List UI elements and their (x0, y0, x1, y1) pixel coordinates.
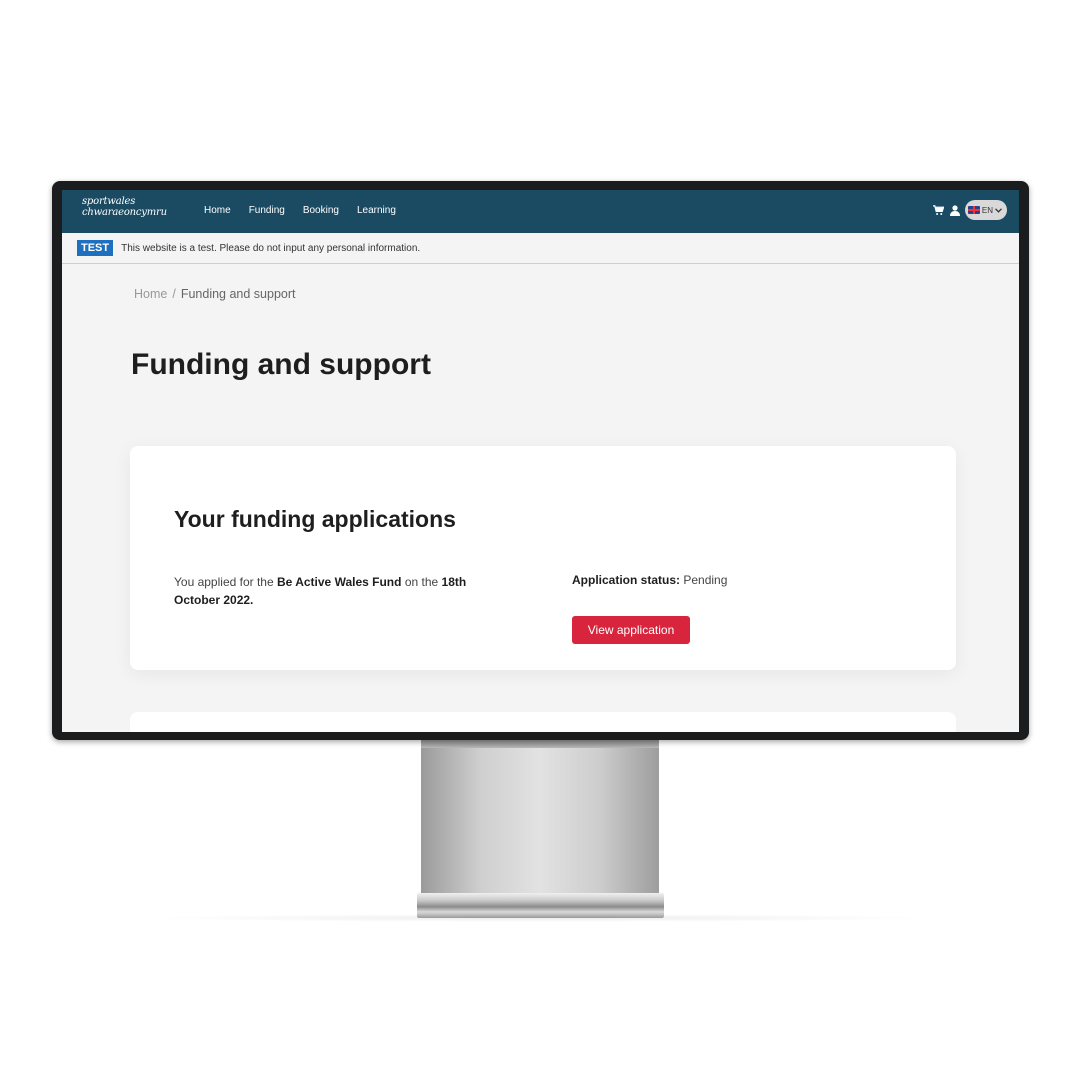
chevron-down-icon (995, 207, 1002, 213)
nav-booking[interactable]: Booking (303, 205, 339, 216)
browser-screen: sportwales chwaraeoncymru Home Funding B… (62, 190, 1019, 732)
monitor-stand (421, 740, 659, 895)
fund-name: Be Active Wales Fund (276, 575, 402, 589)
next-card (130, 712, 956, 732)
breadcrumb-current: Funding and support (180, 287, 296, 301)
summary-on-the: on the (404, 575, 439, 589)
view-application-button[interactable]: View application (572, 616, 690, 644)
header-actions: EN (933, 200, 1007, 220)
funding-applications-card: Your funding applications You applied fo… (130, 446, 956, 670)
nav-funding[interactable]: Funding (249, 205, 285, 216)
nav-learning[interactable]: Learning (357, 205, 396, 216)
main-nav: Home Funding Booking Learning (204, 205, 396, 216)
summary-intro: You applied for the (174, 575, 274, 589)
sport-wales-logo[interactable]: sportwales chwaraeoncymru (82, 196, 172, 228)
breadcrumb-home[interactable]: Home (134, 287, 167, 301)
user-icon[interactable] (949, 204, 961, 216)
test-badge: TEST (77, 240, 114, 256)
floor-shadow (140, 914, 940, 922)
status-value: Pending (683, 573, 728, 587)
uk-flag-icon (967, 206, 980, 214)
status-label: Application status: (572, 573, 681, 587)
breadcrumb-separator: / (172, 287, 176, 301)
breadcrumb: Home / Funding and support (134, 287, 296, 301)
logo-line-2: chwaraeoncymru (82, 207, 167, 218)
test-banner: TEST This website is a test. Please do n… (62, 233, 1019, 264)
nav-home[interactable]: Home (204, 205, 231, 216)
monitor-frame: sportwales chwaraeoncymru Home Funding B… (52, 181, 1029, 740)
site-header: sportwales chwaraeoncymru Home Funding B… (62, 190, 1019, 233)
test-banner-message: This website is a test. Please do not in… (121, 242, 421, 254)
logo-line-1: sportwales (82, 196, 136, 207)
language-selector[interactable]: EN (964, 200, 1007, 220)
cart-icon[interactable] (933, 204, 945, 216)
applications-heading: Your funding applications (174, 506, 456, 532)
application-status: Application status: Pending (572, 573, 727, 587)
application-summary: You applied for the Be Active Wales Fund… (174, 573, 514, 609)
language-label: EN (981, 205, 993, 215)
page-title: Funding and support (131, 348, 431, 381)
